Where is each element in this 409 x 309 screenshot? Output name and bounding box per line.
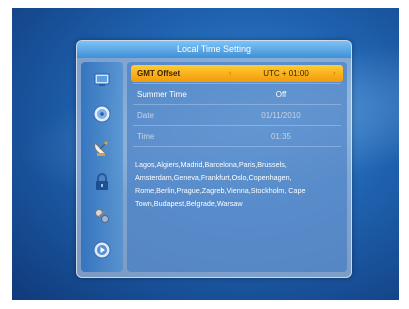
row-divider [133,125,341,126]
monitor-icon[interactable] [92,70,112,90]
summer-time-label: Summer Time [137,90,187,99]
gmt-offset-row[interactable]: GMT Offset ‹ UTC + 01:00 › [131,65,343,82]
disc-icon[interactable] [92,104,112,124]
time-value: 01:35 [270,132,292,141]
lock-icon[interactable] [92,172,112,192]
satellite-dish-icon[interactable] [92,138,112,158]
summer-time-row[interactable]: Summer Time Off [131,86,343,103]
row-divider [133,146,341,147]
date-row: Date 01/11/2010 [131,107,343,124]
dialog-title: Local Time Setting [77,41,351,58]
settings-dialog: Local Time Setting GMT Offset ‹ UTC + 01… [76,40,352,278]
menu-sidebar [81,62,123,272]
row-divider [133,104,341,105]
row-divider [133,83,341,84]
arrow-right-icon[interactable]: › [333,65,335,82]
time-row: Time 01:35 [131,128,343,145]
gmt-offset-value: UTC + 01:00 [263,69,309,78]
time-label: Time [137,132,155,141]
tv-screen: Local Time Setting GMT Offset ‹ UTC + 01… [12,8,399,300]
gmt-offset-label: GMT Offset [137,69,181,78]
settings-content: GMT Offset ‹ UTC + 01:00 › Summer Time O… [127,62,347,272]
tools-icon[interactable] [92,206,112,226]
timezone-cities-text: Lagos,Algiers,Madrid,Barcelona,Paris,Bru… [135,160,306,208]
arrow-left-icon[interactable]: ‹ [229,65,231,82]
media-player-icon[interactable] [92,240,112,260]
date-label: Date [137,111,154,120]
summer-time-value: Off [275,90,287,99]
date-value: 01/11/2010 [261,111,301,120]
